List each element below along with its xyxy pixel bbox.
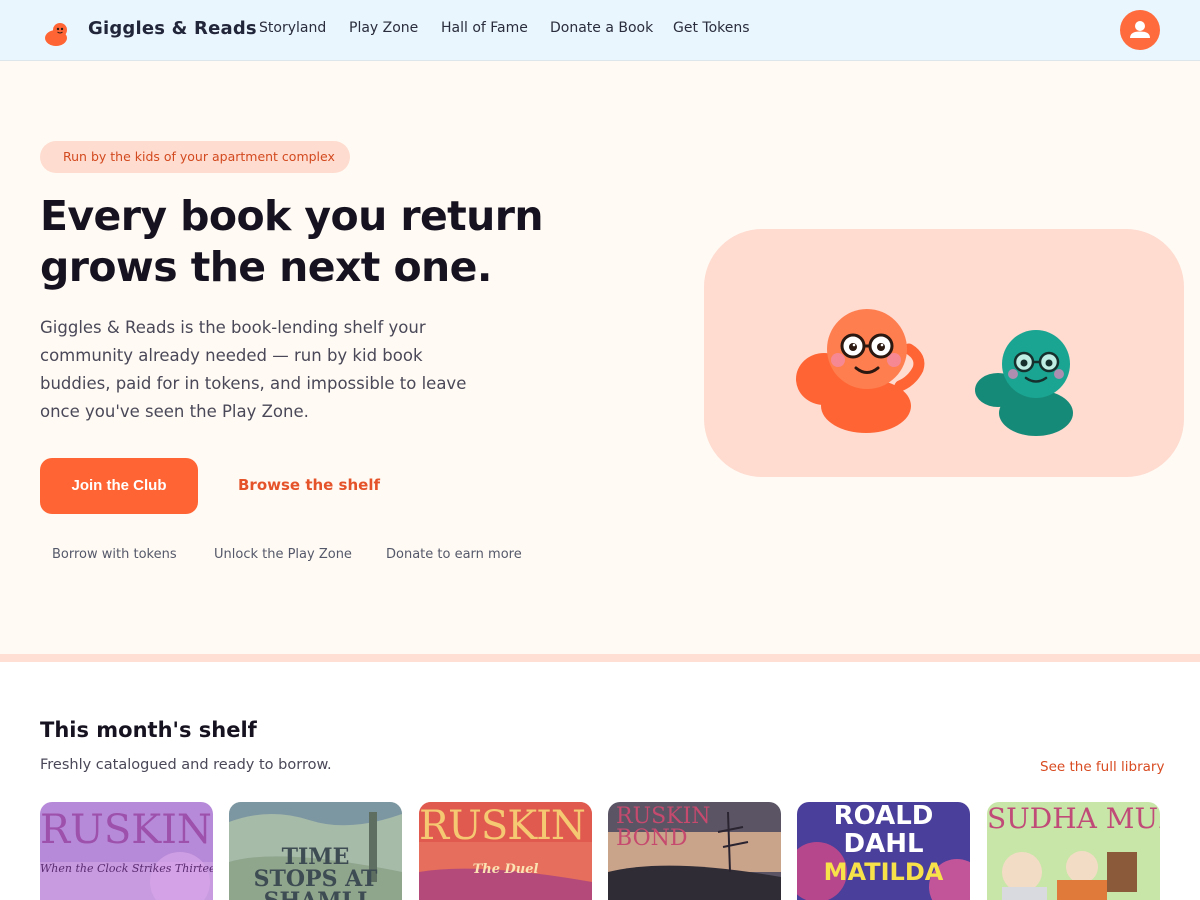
book-author: RUSKIN BOND xyxy=(419,803,592,849)
brand-name[interactable]: Giggles & Reads xyxy=(88,18,257,39)
browse-the-shelf-link[interactable]: Browse the shelf xyxy=(238,476,380,494)
shelf-subtitle: Freshly catalogued and ready to borrow. xyxy=(40,757,332,773)
nav-link-donate-a-book[interactable]: Donate a Book xyxy=(550,20,653,36)
hero-title: Every book you return grows the next one… xyxy=(40,191,600,293)
shelf-title: This month's shelf xyxy=(40,718,257,742)
book-author: ROALD DAHL xyxy=(833,802,934,859)
nav-link-play-zone[interactable]: Play Zone xyxy=(349,20,418,36)
hero-description: Giggles & Reads is the book-lending shel… xyxy=(40,318,467,421)
user-icon xyxy=(1130,21,1150,38)
join-the-club-label: Join the Club xyxy=(71,477,167,494)
hero-title-line-2: grows the next one. xyxy=(40,243,492,291)
mascots-icon xyxy=(796,309,1073,436)
hero-mascot-illustration xyxy=(704,229,1184,477)
book-author: SUDHA MURTY xyxy=(987,802,1160,835)
book-author: RUSKIN BOND xyxy=(616,804,711,851)
mascot-logo-icon[interactable] xyxy=(44,19,72,47)
book-card[interactable]: TIME STOPS AT SHAMLI xyxy=(229,802,402,900)
nav-link-hall-of-fame[interactable]: Hall of Fame xyxy=(441,20,528,36)
nav-link-storyland[interactable]: Storyland xyxy=(259,20,326,36)
hero-title-line-1: Every book you return xyxy=(40,192,544,240)
book-title: When the Clock Strikes Thirteen xyxy=(40,862,213,875)
book-title: MATILDA xyxy=(823,858,944,886)
join-the-club-button[interactable]: Join the Club xyxy=(40,458,198,514)
hero-badge-text: Run by the kids of your apartment comple… xyxy=(63,149,335,164)
user-avatar-button[interactable] xyxy=(1120,10,1160,50)
feature-donate-to-earn: Donate to earn more xyxy=(386,547,522,562)
feature-unlock-play-zone: Unlock the Play Zone xyxy=(214,547,352,562)
book-card[interactable]: SUDHA MURTY xyxy=(987,802,1160,900)
see-full-library-link[interactable]: See the full library xyxy=(1040,759,1164,775)
hero-badge: Run by the kids of your apartment comple… xyxy=(40,141,350,173)
nav-link-get-tokens[interactable]: Get Tokens xyxy=(673,20,750,36)
book-title: TIME STOPS AT SHAMLI xyxy=(253,844,378,900)
book-card[interactable]: RUSKIN BOND The Duel xyxy=(419,802,592,900)
top-navbar: Giggles & Reads Storyland Play Zone Hall… xyxy=(0,0,1200,61)
book-card[interactable]: RUSKIN BOND When the Clock Strikes Thirt… xyxy=(40,802,213,900)
book-author: RUSKIN BOND xyxy=(40,807,213,853)
book-card[interactable]: ROALD DAHL MATILDA xyxy=(797,802,970,900)
book-card[interactable]: RUSKIN BOND xyxy=(608,802,781,900)
divider-band xyxy=(0,654,1200,662)
feature-borrow-with-tokens: Borrow with tokens xyxy=(52,547,177,562)
book-title: The Duel xyxy=(472,862,539,877)
